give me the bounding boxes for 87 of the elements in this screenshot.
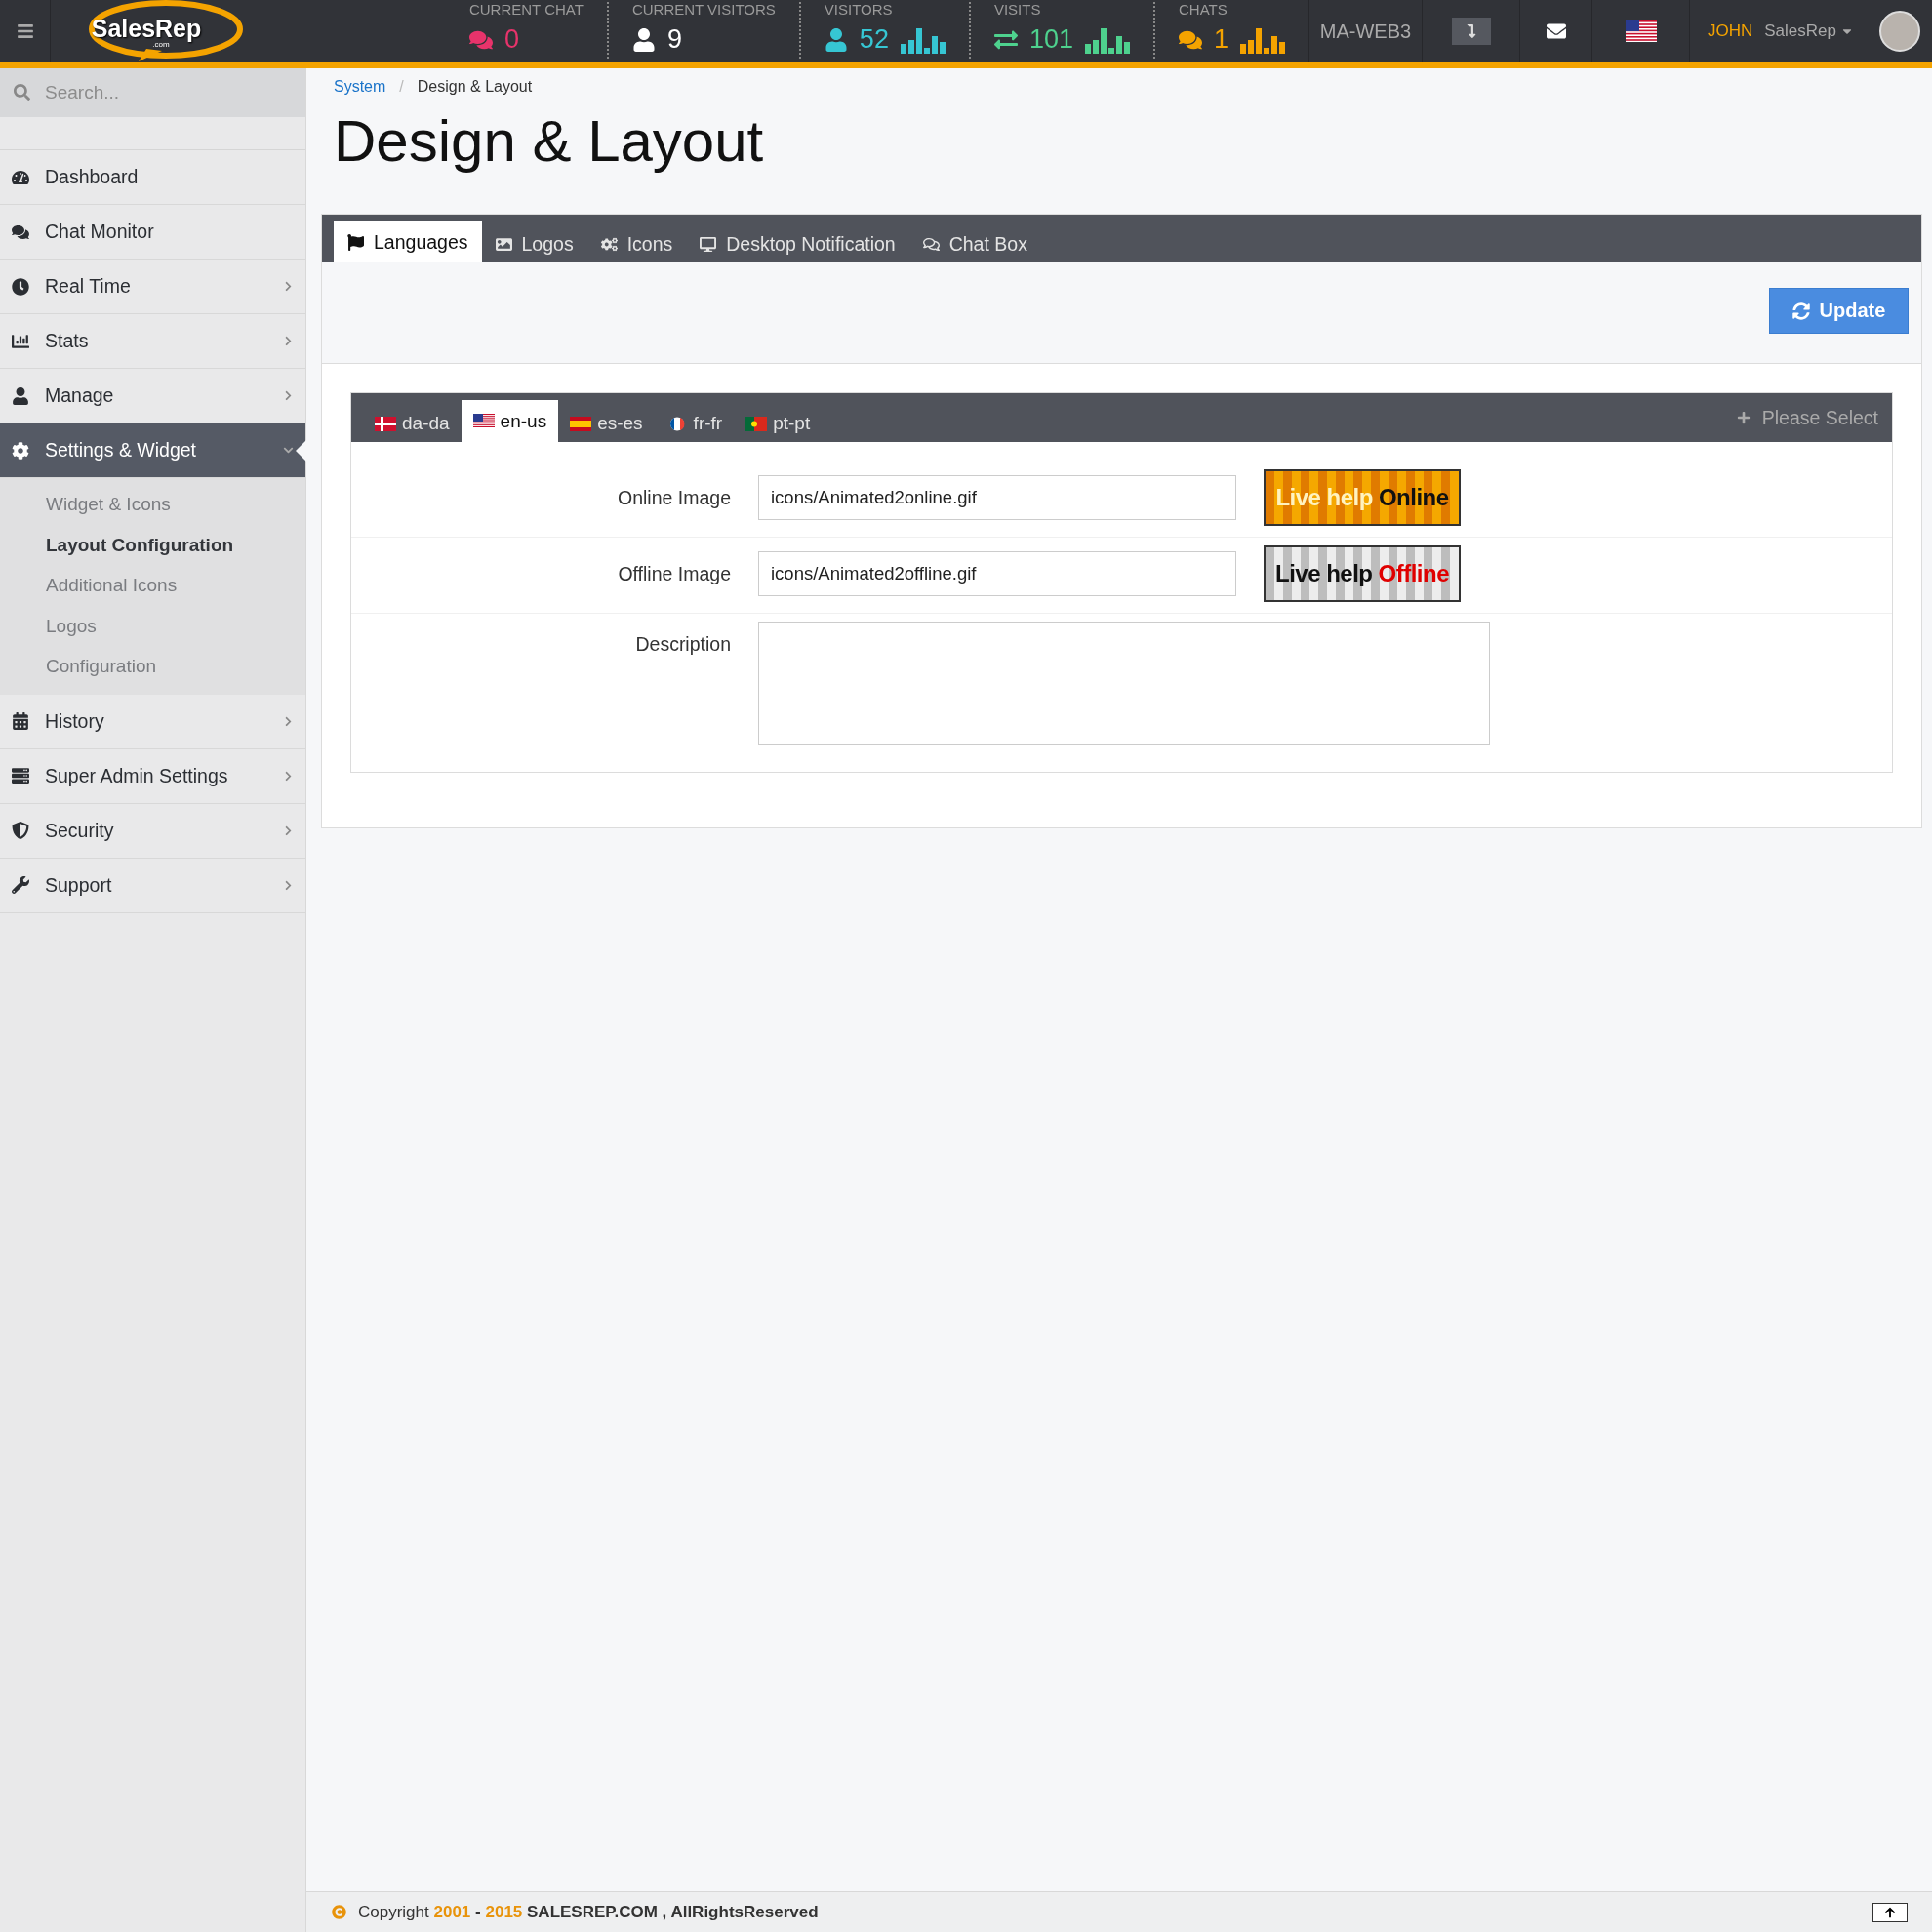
menu-item[interactable]: Security	[0, 803, 305, 859]
active-pointer	[296, 440, 306, 462]
settings-icon	[12, 441, 29, 460]
language-tab[interactable]: pt-pt	[734, 405, 823, 442]
wrench-icon	[12, 876, 29, 894]
shield-icon	[12, 822, 29, 839]
page-title: Design & Layout	[334, 107, 765, 175]
bar-chart-icon	[1084, 25, 1130, 54]
plus-icon	[1736, 411, 1751, 424]
tab[interactable]: Chat Box	[908, 225, 1041, 262]
chat-icon	[12, 222, 29, 241]
gauge-icon	[12, 168, 29, 186]
breadcrumb-link[interactable]: System	[334, 78, 386, 96]
download-button[interactable]	[1451, 18, 1491, 45]
stat-label: CHATS	[1178, 2, 1228, 17]
user-first-name: JOHN	[1708, 21, 1753, 41]
bar-chart-icon	[900, 25, 946, 54]
refresh-icon	[1791, 302, 1810, 320]
user-icon	[12, 386, 29, 405]
field-label: Online Image	[618, 486, 731, 509]
search-icon	[14, 84, 30, 101]
monitor-icon	[700, 235, 717, 253]
bar-chart-icon	[12, 332, 29, 350]
user-menu[interactable]: SalesRep	[1764, 21, 1854, 41]
language-tab[interactable]: da-da	[363, 405, 462, 442]
tab[interactable]: Desktop Notification	[686, 225, 909, 262]
menu-item[interactable]: Stats	[0, 314, 305, 369]
arrow-up-icon	[1884, 1906, 1896, 1918]
submenu-item[interactable]: Layout Configuration	[0, 524, 305, 565]
field-label: Description	[635, 632, 731, 656]
calendar-icon	[12, 712, 29, 730]
menu-item[interactable]: Chat Monitor	[0, 205, 305, 260]
banner-text: Live help	[1275, 484, 1373, 511]
menu-item[interactable]: Real Time	[0, 260, 305, 314]
stat-value: 0	[503, 24, 519, 55]
flag-icon	[375, 416, 396, 431]
language-tab[interactable]: fr-fr	[654, 405, 735, 442]
menu-item[interactable]: Super Admin Settings	[0, 748, 305, 804]
banner-status: Offline	[1378, 560, 1449, 587]
stat-label: CURRENT VISITORS	[631, 2, 776, 17]
copyright-text: Copyright 2001 - 2015 SALESREP.COM , AllRightsReserved	[358, 1902, 819, 1922]
update-button[interactable]: Update	[1769, 288, 1909, 334]
menu-item[interactable]: Dashboard	[0, 150, 305, 205]
description-field[interactable]	[758, 622, 1490, 745]
tab[interactable]: Languages	[334, 221, 482, 262]
language-tab[interactable]: es-es	[558, 405, 655, 442]
tab[interactable]: Icons	[586, 225, 687, 262]
search-field[interactable]: Search...	[0, 68, 305, 117]
tab[interactable]: Logos	[481, 225, 587, 262]
chat-icon	[922, 235, 940, 253]
gears-icon	[600, 235, 618, 253]
stat-value: 52	[859, 24, 889, 55]
flag-icon	[570, 416, 592, 431]
input-field[interactable]: icons/Animated2online.gif	[758, 475, 1236, 520]
avatar[interactable]	[1879, 11, 1920, 52]
flag-icon	[472, 414, 495, 428]
envelope-icon[interactable]	[1546, 21, 1566, 41]
stat-value: 9	[666, 24, 682, 55]
server-name: MA-WEB3	[1319, 20, 1412, 43]
flag-icon[interactable]	[1625, 20, 1657, 42]
stat-value: 1	[1213, 24, 1228, 55]
stat-label: CURRENT CHAT	[468, 2, 584, 17]
stat-label: VISITS	[993, 2, 1042, 17]
flag-icon	[347, 233, 364, 251]
stat-value: 101	[1028, 24, 1073, 55]
copyright-icon	[332, 1905, 346, 1919]
flag-icon	[745, 416, 768, 431]
submenu-item[interactable]: Widget & Icons	[0, 484, 305, 525]
menu-item[interactable]: History	[0, 694, 305, 749]
banner-text: Live help	[1275, 560, 1373, 587]
language-select[interactable]: Please Select	[1722, 406, 1892, 429]
stat-label: VISITORS	[824, 2, 894, 17]
menu-item[interactable]: Settings & Widget	[0, 423, 305, 478]
logo-suffix: .com	[152, 39, 170, 49]
language-tab[interactable]: en-us	[461, 400, 559, 442]
field-label: Offline Image	[618, 562, 731, 585]
breadcrumb-separator: /	[399, 78, 404, 96]
menu-item[interactable]: Support	[0, 858, 305, 913]
bar-chart-icon	[1240, 25, 1285, 54]
server-icon	[12, 767, 29, 785]
image-icon	[495, 235, 512, 253]
menu-icon[interactable]	[16, 22, 34, 40]
scroll-top-button[interactable]	[1872, 1902, 1908, 1922]
input-field[interactable]: icons/Animated2offline.gif	[758, 551, 1236, 596]
breadcrumb-current: Design & Layout	[417, 78, 533, 96]
clock-icon	[12, 277, 29, 296]
banner-status: Online	[1378, 484, 1449, 511]
